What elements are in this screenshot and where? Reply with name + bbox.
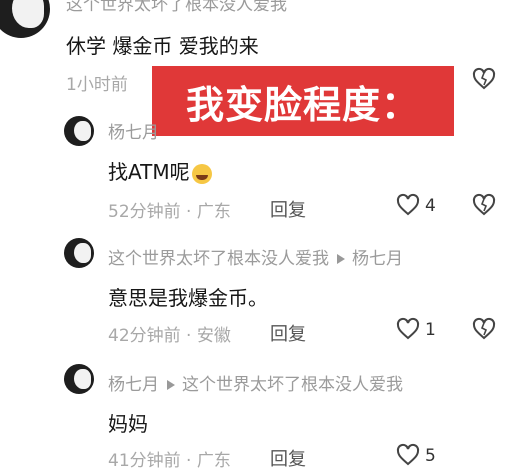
like-heart-icon[interactable]: [396, 193, 420, 217]
avatar[interactable]: [64, 116, 94, 146]
dislike-icon[interactable]: [472, 317, 496, 341]
comment-author-row: 这个世界太坏了根本没人爱我 杨七月: [108, 244, 403, 269]
dislike-icon[interactable]: [472, 193, 496, 217]
dislike-icon[interactable]: [472, 67, 496, 91]
like-count: 4: [425, 196, 436, 216]
reply-arrow-icon: [337, 254, 345, 264]
comment-time: 41分钟前 · 广东: [108, 451, 231, 471]
comment-time: 42分钟前 · 安徽: [108, 326, 231, 346]
reply-to-author[interactable]: 杨七月: [352, 249, 403, 269]
like-heart-icon[interactable]: [396, 317, 420, 341]
comment-text-row: 找ATM呢: [108, 156, 212, 185]
comment-time: 52分钟前 · 广东: [108, 202, 231, 222]
crying-laughing-emoji-icon: [191, 163, 212, 184]
avatar-image: [74, 243, 91, 263]
comment-author[interactable]: 这个世界太坏了根本没人爱我: [108, 249, 329, 269]
avatar-image: [74, 121, 91, 141]
avatar-image: [74, 369, 91, 389]
reply-to-author[interactable]: 这个世界太坏了根本没人爱我: [182, 375, 403, 395]
avatar[interactable]: [64, 238, 94, 268]
avatar[interactable]: [0, 0, 50, 38]
overlay-caption: 我变脸程度：: [152, 66, 454, 136]
comment-text: 休学 爆金币 爱我的来: [66, 34, 259, 58]
avatar[interactable]: [64, 364, 94, 394]
comment-author[interactable]: 这个世界太坏了根本没人爱我: [66, 0, 287, 15]
comment-author-row: 杨七月 这个世界太坏了根本没人爱我: [108, 370, 403, 395]
comment-author[interactable]: 杨七月: [108, 375, 159, 395]
comment-time: 1小时前: [66, 75, 128, 95]
comment-text: 找ATM呢: [108, 160, 190, 184]
avatar-image: [11, 0, 44, 29]
comment-text: 意思是我爆金币。: [108, 286, 268, 310]
like-count: 5: [425, 446, 436, 466]
reply-button[interactable]: 回复: [270, 320, 306, 346]
like-count: 1: [425, 320, 436, 340]
reply-button[interactable]: 回复: [270, 196, 306, 222]
comment-text: 妈妈: [108, 412, 148, 436]
like-heart-icon[interactable]: [396, 443, 420, 467]
reply-button[interactable]: 回复: [270, 445, 306, 471]
reply-arrow-icon: [167, 380, 175, 390]
comment-author[interactable]: 杨七月: [108, 118, 159, 143]
